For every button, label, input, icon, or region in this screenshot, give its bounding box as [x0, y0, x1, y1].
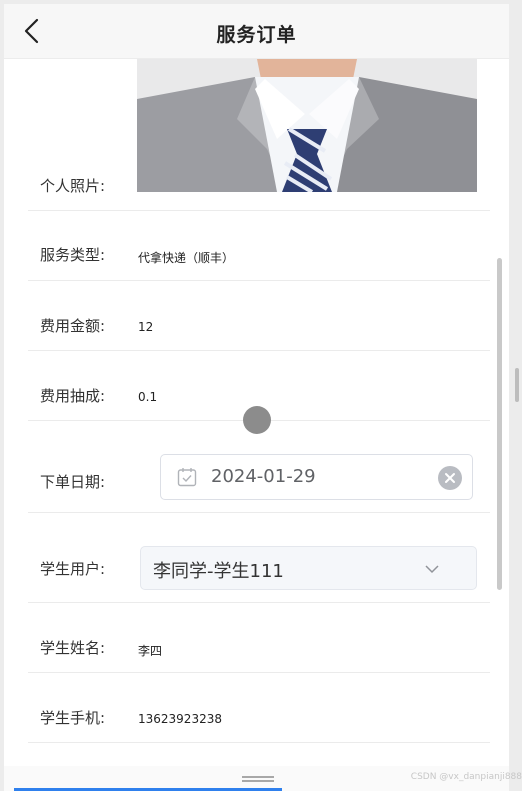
student-name-value: 李四: [138, 644, 163, 658]
fee-amount-value: 12: [138, 320, 154, 334]
clear-icon[interactable]: [438, 466, 462, 490]
fee-amount-label: 费用金额:: [40, 317, 106, 335]
student-phone-value: 13623923238: [138, 712, 222, 726]
student-phone-label: 学生手机:: [40, 709, 106, 727]
page-title: 服务订单: [216, 24, 297, 46]
personal-photo: [137, 59, 477, 192]
student-phone-row: 学生手机: 13623923238: [28, 673, 490, 743]
touch-indicator: [243, 406, 271, 434]
side-resize-handle[interactable]: [515, 368, 519, 402]
chevron-down-icon: [424, 561, 440, 577]
fee-commission-label: 费用抽成:: [40, 387, 106, 405]
student-name-row: 学生姓名: 李四: [28, 603, 490, 673]
nav-bar: 服务订单: [4, 4, 509, 59]
fee-amount-row: 费用金额: 12: [28, 281, 490, 351]
order-date-row: 下单日期: 2024-01-29: [28, 421, 490, 513]
student-name-label: 学生姓名:: [40, 639, 106, 657]
student-user-label: 学生用户:: [40, 560, 106, 578]
fee-commission-value: 0.1: [138, 390, 158, 404]
order-date-picker[interactable]: 2024-01-29: [160, 454, 473, 500]
service-type-value: 代拿快递（顺丰）: [138, 251, 235, 265]
calendar-icon: [177, 467, 197, 487]
service-type-row: 服务类型: 代拿快递（顺丰）: [28, 211, 490, 281]
student-user-select[interactable]: 李同学-学生111: [140, 546, 477, 590]
drag-handle[interactable]: [242, 776, 274, 782]
photo-row: 个人照片:: [28, 59, 490, 211]
screen-frame: 服务订单 个人照片: 服务类型: 代拿快递（顺丰） 费用金额: 12 费用抽成:…: [0, 0, 522, 791]
student-user-row: 学生用户: 李同学-学生111: [28, 513, 490, 603]
order-date-label: 下单日期:: [40, 473, 106, 491]
app-window: 服务订单 个人照片: 服务类型: 代拿快递（顺丰） 费用金额: 12 费用抽成:…: [4, 4, 509, 791]
student-user-value: 李同学-学生111: [153, 561, 284, 582]
vertical-scrollbar[interactable]: [497, 258, 502, 590]
order-date-value: 2024-01-29: [211, 466, 316, 487]
service-type-label: 服务类型:: [40, 246, 106, 264]
watermark: CSDN @vx_danpianji888: [410, 772, 522, 782]
photo-label: 个人照片:: [40, 177, 106, 195]
